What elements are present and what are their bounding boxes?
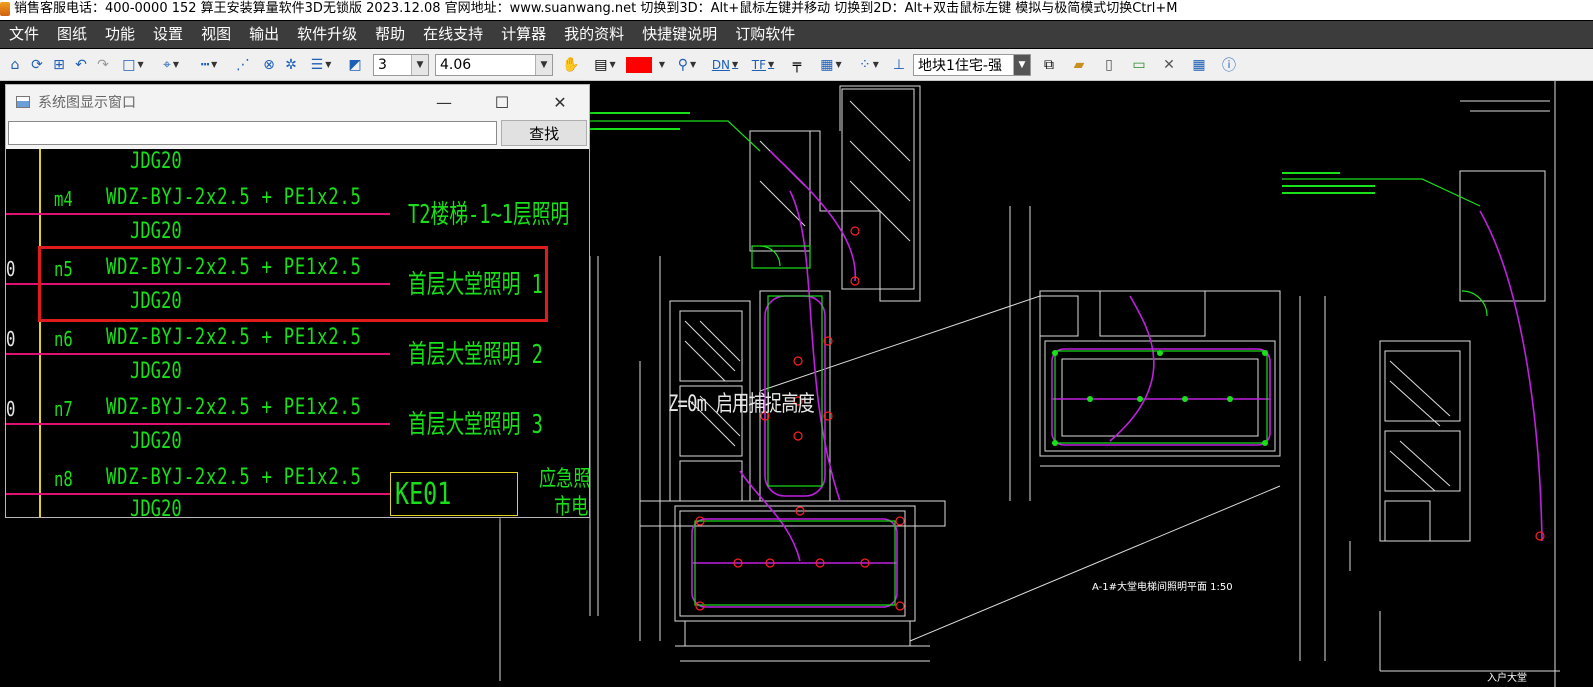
title-text: 销售客服电话：400-0000 152 算王安装算量软件3D无锁版 2023.1… [14, 1, 1178, 16]
circuit-line [6, 493, 390, 495]
crosshair-icon[interactable]: ⌖ ▼ [154, 54, 188, 76]
conduit-label: JDG20 [130, 497, 182, 517]
window-title-bar[interactable]: 系统图显示窗口 — ☐ ✕ [6, 85, 589, 119]
undo-icon[interactable]: ↶ [72, 54, 90, 76]
mains-label: 市电 [554, 495, 589, 517]
block-select[interactable]: 地块1住宅-强 ▼ [913, 53, 1031, 76]
chevron-down-icon: ▼ [411, 54, 428, 75]
circuit-line [6, 423, 390, 425]
polyline-icon[interactable]: ⋰ [230, 54, 256, 76]
symbol-icon[interactable]: ⚲ ▼ [670, 54, 704, 76]
tf-tool[interactable]: TF ▼ [746, 54, 780, 76]
ke-panel-box: KE01 [390, 472, 518, 516]
menu-function[interactable]: 功能 [96, 21, 144, 48]
dots-icon[interactable]: ⁘ ▼ [852, 54, 886, 76]
circuit-id: n7 [54, 397, 73, 421]
menu-settings[interactable]: 设置 [144, 21, 192, 48]
circuit-prefix: 0 [6, 397, 16, 421]
plan-title: A-1#大堂电梯间照明平面 1:50 [1092, 582, 1233, 593]
circuit-id: m4 [54, 187, 73, 211]
highlight-box [38, 246, 548, 322]
conduit-label: JDG20 [130, 219, 182, 244]
chevron-down-icon: ▼ [535, 54, 552, 75]
menu-upgrade[interactable]: 软件升级 [288, 21, 366, 48]
menu-purchase[interactable]: 订购软件 [726, 21, 804, 48]
circuit-prefix: 0 [6, 257, 16, 281]
conduit-label: JDG20 [130, 359, 182, 384]
app-icon [0, 2, 10, 16]
circuit-id: n6 [54, 327, 73, 351]
cable-spec: WDZ-BYJ-2x2.5 + PE1x2.5 [106, 325, 362, 350]
select-rect-icon[interactable]: □ ▼ [116, 54, 150, 76]
layer-icon[interactable]: ◩ [342, 54, 368, 76]
menu-file[interactable]: 文件 [0, 21, 48, 48]
circuit-desc: 首层大堂照明 2 [408, 340, 543, 370]
snap-icon[interactable]: ⊗ [260, 54, 278, 76]
folder-icon[interactable]: ▰ [1066, 54, 1092, 76]
system-diagram-view[interactable]: JDG20 m4 WDZ-BYJ-2x2.5 + PE1x2.5 T2楼梯-1~… [6, 149, 589, 517]
menu-online-support[interactable]: 在线支持 [414, 21, 492, 48]
level-icon[interactable]: ⊥ [890, 54, 908, 76]
circuit-desc: 首层大堂照明 3 [408, 410, 543, 440]
binoculars-icon[interactable]: ⧉ [1036, 54, 1062, 76]
conduit-label: JDG20 [130, 149, 182, 174]
ruler-icon[interactable]: ▭ [1126, 54, 1152, 76]
zoom-extents-icon[interactable]: ⊞ [50, 54, 68, 76]
menu-bar: 文件 图纸 功能 设置 视图 输出 软件升级 帮助 在线支持 计算器 我的资料 … [0, 21, 1593, 48]
tools-icon[interactable]: ✕ [1156, 54, 1182, 76]
chevron-down-icon: ▼ [1013, 54, 1030, 75]
menu-drawing[interactable]: 图纸 [48, 21, 96, 48]
toolbar: ⌂ ⟳ ⊞ ↶ ↷ □ ▼ ⌖ ▼ ┅ ▼ ⋰ ⊗ ✲ ☰ ▼ ◩ 3 ▼ 4.06 ▼… [0, 49, 1593, 81]
redo-icon[interactable]: ↷ [94, 54, 112, 76]
minimize-button[interactable]: — [415, 85, 473, 119]
find-button[interactable]: 查找 [501, 120, 587, 146]
color-swatch[interactable] [626, 56, 652, 73]
cable-spec: WDZ-BYJ-2x2.5 + PE1x2.5 [106, 465, 362, 490]
dimension-icon[interactable]: ┅ ▼ [192, 54, 226, 76]
hand-icon[interactable]: ✋ [558, 54, 584, 76]
circuit-line [6, 353, 390, 355]
refresh-icon[interactable]: ⟳ [28, 54, 46, 76]
layer-index-select[interactable]: 3 ▼ [373, 53, 429, 76]
z-height-label: Z=0m 启用捕捉高度 [668, 392, 815, 417]
search-input[interactable] [8, 121, 498, 145]
menu-view[interactable]: 视图 [192, 21, 240, 48]
home-icon[interactable]: ⌂ [6, 54, 24, 76]
table-icon[interactable]: ▦ [1186, 54, 1212, 76]
conduit-label: JDG20 [130, 429, 182, 454]
room-label: 入户大堂 [1487, 673, 1527, 684]
window-icon [16, 96, 30, 108]
circuit-prefix: 0 [6, 327, 16, 351]
cable-spec: WDZ-BYJ-2x2.5 + PE1x2.5 [106, 185, 362, 210]
menu-calculator[interactable]: 计算器 [492, 21, 555, 48]
menu-help[interactable]: 帮助 [366, 21, 414, 48]
chevron-down-icon[interactable]: ▼ [656, 54, 666, 76]
menu-output[interactable]: 输出 [240, 21, 288, 48]
maximize-button[interactable]: ☐ [473, 85, 531, 119]
title-bar: 销售客服电话：400-0000 152 算王安装算量软件3D无锁版 2023.1… [0, 0, 1593, 20]
array-icon[interactable]: ▦ ▼ [814, 54, 848, 76]
circuit-line [6, 213, 390, 215]
search-row: 查找 [6, 119, 589, 147]
menu-my-profile[interactable]: 我的资料 [555, 21, 633, 48]
document-icon[interactable]: ▯ [1096, 54, 1122, 76]
circuit-desc: T2楼梯-1~1层照明 [408, 200, 570, 230]
help-icon[interactable]: ⓘ [1216, 54, 1242, 76]
line-style-icon[interactable]: ☰ ▼ [304, 54, 338, 76]
scale-select[interactable]: 4.06 ▼ [435, 53, 553, 76]
busbar-line [39, 149, 41, 517]
window-title: 系统图显示窗口 [38, 95, 136, 111]
system-diagram-window[interactable]: 系统图显示窗口 — ☐ ✕ 查找 JDG20 m4 WDZ-BYJ-2x2.5 … [5, 84, 590, 518]
circuit-id: n8 [54, 467, 73, 491]
dn-tool[interactable]: DN ▼ [708, 54, 742, 76]
grid-snap-icon[interactable]: ✲ [282, 54, 300, 76]
text-style-icon[interactable]: ▤ ▼ [588, 54, 622, 76]
cable-spec: WDZ-BYJ-2x2.5 + PE1x2.5 [106, 395, 362, 420]
pipe-icon[interactable]: ╤ [784, 54, 810, 76]
close-button[interactable]: ✕ [531, 85, 589, 119]
menu-shortcuts[interactable]: 快捷键说明 [633, 21, 726, 48]
